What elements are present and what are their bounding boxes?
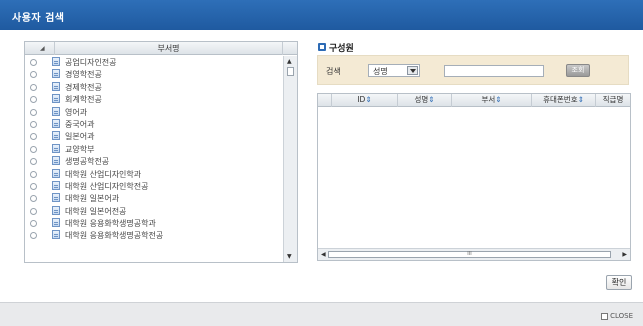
column-header-id[interactable]: ID⇕ bbox=[332, 94, 398, 107]
search-button[interactable]: 조회 bbox=[566, 64, 590, 77]
department-vertical-scrollbar[interactable]: ▲ ▼ bbox=[283, 56, 297, 262]
department-name: 중국어과 bbox=[65, 119, 95, 129]
document-icon bbox=[52, 94, 60, 104]
member-horizontal-scrollbar[interactable]: ◀ III ▶ bbox=[318, 248, 630, 260]
scroll-left-arrow-icon[interactable]: ◀ bbox=[321, 251, 326, 258]
search-input[interactable] bbox=[444, 65, 544, 77]
member-search-box: 검색 성명 조회 bbox=[317, 55, 629, 85]
close-label: CLOSE bbox=[610, 312, 633, 320]
window-title: 사용자 검색 bbox=[12, 13, 65, 24]
column-header-name[interactable]: 성명⇕ bbox=[398, 94, 452, 107]
document-icon bbox=[52, 205, 60, 215]
department-radio[interactable] bbox=[30, 232, 37, 240]
document-icon bbox=[52, 156, 60, 166]
department-radio[interactable] bbox=[30, 133, 37, 141]
document-icon bbox=[52, 106, 60, 116]
sort-triangle-icon[interactable]: ◢ bbox=[40, 45, 45, 52]
chevron-down-icon[interactable] bbox=[407, 66, 418, 75]
department-row[interactable]: 대학원 일본어전공 bbox=[25, 205, 282, 217]
department-radio[interactable] bbox=[30, 108, 37, 116]
document-icon bbox=[52, 118, 60, 128]
member-grid: ID⇕ 성명⇕ 부서⇕ 휴대폰번호⇕ 직급명 ◀ III ▶ bbox=[317, 93, 631, 261]
department-name: 생명공학전공 bbox=[65, 157, 110, 167]
member-section-title: 구성원 bbox=[329, 44, 354, 54]
search-field-selected: 성명 bbox=[373, 67, 388, 76]
close-button[interactable]: CLOSE bbox=[601, 311, 633, 321]
member-grid-header: ID⇕ 성명⇕ 부서⇕ 휴대폰번호⇕ 직급명 bbox=[318, 94, 630, 107]
department-radio[interactable] bbox=[30, 71, 37, 79]
scroll-up-arrow-icon[interactable]: ▲ bbox=[287, 58, 292, 65]
department-radio[interactable] bbox=[30, 83, 37, 91]
department-row[interactable]: 일본어과 bbox=[25, 130, 282, 142]
document-icon bbox=[52, 168, 60, 178]
document-icon bbox=[52, 218, 60, 228]
column-header-department[interactable]: 부서⇕ bbox=[452, 94, 532, 107]
department-row[interactable]: 교양학부 bbox=[25, 143, 282, 155]
department-row[interactable]: 대학원 산업디자인학과 bbox=[25, 168, 282, 180]
department-radio[interactable] bbox=[30, 207, 37, 215]
department-row[interactable]: 경영학전공 bbox=[25, 68, 282, 80]
document-icon bbox=[52, 180, 60, 190]
department-row[interactable]: 대학원 응용화학생명공학전공 bbox=[25, 229, 282, 241]
department-row[interactable]: 중국어과 bbox=[25, 118, 282, 130]
column-header-mobile[interactable]: 휴대폰번호⇕ bbox=[532, 94, 596, 107]
department-row[interactable]: 경제학전공 bbox=[25, 81, 282, 93]
department-radio[interactable] bbox=[30, 182, 37, 190]
department-radio[interactable] bbox=[30, 195, 37, 203]
department-rows: 공업디자인전공경영학전공경제학전공회계학전공영어과중국어과일본어과교양학부생명공… bbox=[25, 56, 282, 242]
document-icon bbox=[52, 81, 60, 91]
department-radio[interactable] bbox=[30, 170, 37, 178]
document-icon bbox=[52, 193, 60, 203]
department-radio[interactable] bbox=[30, 59, 37, 66]
close-icon bbox=[601, 312, 609, 320]
department-row[interactable]: 대학원 응용화학생명공학과 bbox=[25, 217, 282, 229]
section-bullet-icon bbox=[318, 43, 326, 51]
department-name: 경제학전공 bbox=[65, 82, 102, 92]
department-name: 대학원 일본어과 bbox=[65, 194, 120, 204]
department-list-header: ◢ 부서명 bbox=[25, 42, 297, 55]
department-row[interactable]: 공업디자인전공 bbox=[25, 56, 282, 68]
document-icon bbox=[52, 131, 60, 141]
department-column-header[interactable]: 부서명 bbox=[56, 43, 281, 54]
document-icon bbox=[52, 69, 60, 79]
document-icon bbox=[52, 57, 60, 66]
department-row[interactable]: 대학원 산업디자인학전공 bbox=[25, 180, 282, 192]
department-list-panel: ◢ 부서명 공업디자인전공경영학전공경제학전공회계학전공영어과중국어과일본어과교… bbox=[24, 41, 298, 263]
department-radio[interactable] bbox=[30, 145, 37, 153]
department-radio[interactable] bbox=[30, 120, 37, 128]
department-row[interactable]: 회계학전공 bbox=[25, 93, 282, 105]
scroll-right-arrow-icon[interactable]: ▶ bbox=[622, 251, 627, 258]
department-name: 영어과 bbox=[65, 107, 88, 117]
scroll-down-arrow-icon[interactable]: ▼ bbox=[287, 253, 292, 260]
department-name: 대학원 응용화학생명공학과 bbox=[65, 219, 156, 229]
department-row[interactable]: 영어과 bbox=[25, 106, 282, 118]
department-name: 일본어과 bbox=[65, 132, 95, 142]
scroll-thumb[interactable] bbox=[287, 67, 294, 76]
search-label: 검색 bbox=[326, 67, 341, 76]
horizontal-scroll-thumb[interactable]: III bbox=[328, 251, 611, 258]
department-name: 경영학전공 bbox=[65, 70, 102, 80]
department-name: 대학원 일본어전공 bbox=[65, 206, 127, 216]
department-name: 대학원 산업디자인학과 bbox=[65, 169, 142, 179]
column-header-position[interactable]: 직급명 bbox=[596, 94, 630, 107]
department-name: 대학원 산업디자인학전공 bbox=[65, 181, 149, 191]
department-name: 대학원 응용화학생명공학전공 bbox=[65, 231, 164, 241]
department-row[interactable]: 대학원 일본어과 bbox=[25, 192, 282, 204]
department-row[interactable]: 생명공학전공 bbox=[25, 155, 282, 167]
window-titlebar: 사용자 검색 bbox=[0, 0, 643, 30]
department-radio[interactable] bbox=[30, 96, 37, 104]
search-field-select[interactable]: 성명 bbox=[368, 64, 420, 77]
department-name: 회계학전공 bbox=[65, 95, 102, 105]
department-name: 교양학부 bbox=[65, 144, 95, 154]
document-icon bbox=[52, 230, 60, 240]
department-radio[interactable] bbox=[30, 220, 37, 228]
department-name: 공업디자인전공 bbox=[65, 58, 117, 67]
grid-corner-cell bbox=[318, 94, 332, 107]
document-icon bbox=[52, 143, 60, 153]
confirm-button[interactable]: 확인 bbox=[606, 275, 632, 290]
department-radio[interactable] bbox=[30, 158, 37, 166]
window-footer: CLOSE bbox=[0, 302, 643, 326]
